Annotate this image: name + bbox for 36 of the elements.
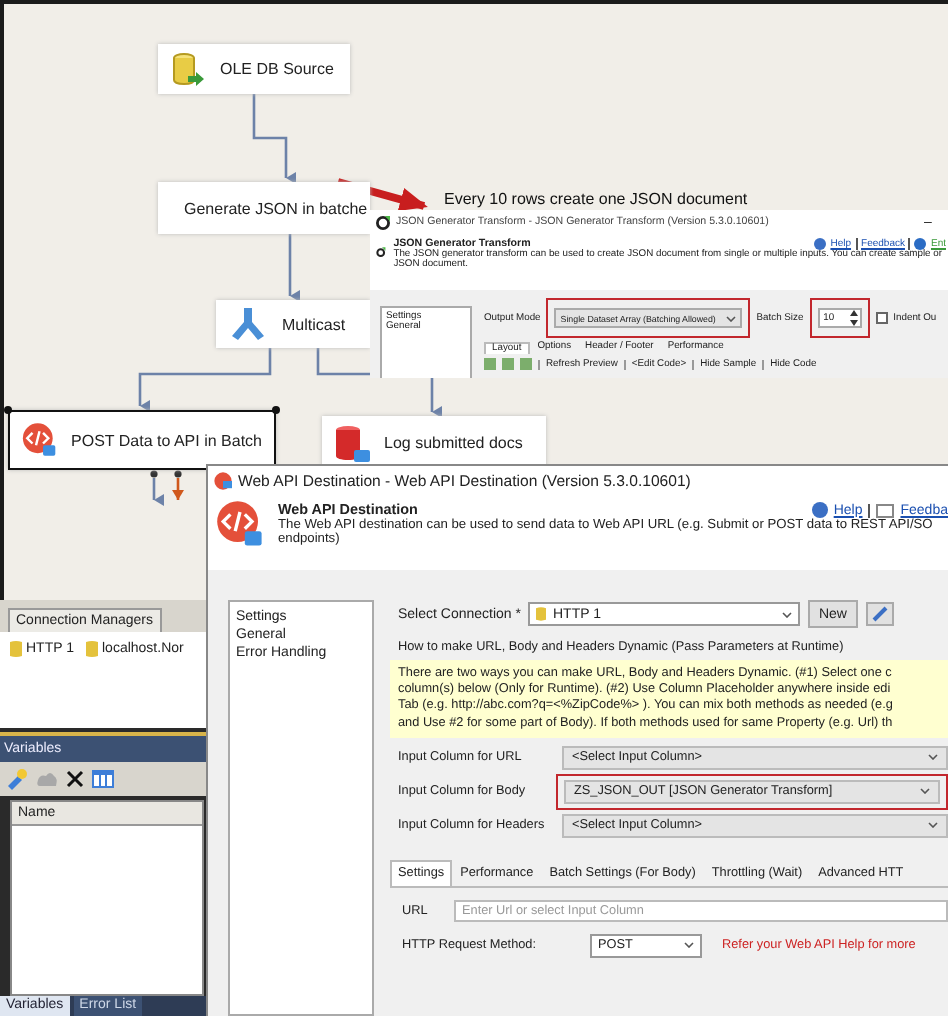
- database-icon: [536, 606, 547, 622]
- multicast-icon: [228, 306, 268, 342]
- output-arrow: [150, 470, 164, 506]
- help-icon: [814, 238, 827, 250]
- database-icon: [86, 640, 98, 658]
- api-icon: [214, 471, 232, 489]
- database-icon: [334, 423, 370, 463]
- flow-node[interactable]: Generate JSON in batche: [158, 182, 370, 234]
- add-variable-icon[interactable]: [6, 768, 28, 790]
- connector-arrow: [288, 234, 300, 302]
- flow-node[interactable]: Multicast: [216, 300, 370, 348]
- error-arrow: [172, 470, 184, 500]
- info-icon: [908, 238, 927, 250]
- database-icon: [170, 51, 206, 87]
- chevron-icon: [928, 822, 938, 829]
- database-icon: [10, 640, 22, 658]
- chevron-icon: [684, 942, 694, 949]
- api-icon: [216, 500, 264, 548]
- grid-icon[interactable]: [92, 770, 114, 788]
- ring-icon: [376, 215, 390, 229]
- chevron-icon: [920, 788, 930, 795]
- connector-arrow: [252, 94, 296, 184]
- spin-icon[interactable]: [849, 310, 858, 326]
- help-icon: [811, 502, 828, 518]
- api-icon: [22, 420, 58, 460]
- connector-arrow: [138, 348, 272, 412]
- delete-icon[interactable]: [66, 770, 84, 788]
- checkbox[interactable]: [875, 312, 888, 324]
- chevron-icon: [726, 315, 737, 321]
- annotation-text: Every 10 rows create one JSON document: [444, 190, 748, 208]
- flow-node[interactable]: OLE DB Source: [158, 44, 350, 94]
- chevron-icon: [928, 754, 938, 761]
- chevron-icon: [782, 611, 793, 617]
- edit-icon[interactable]: [865, 602, 893, 626]
- flow-node[interactable]: POST Data to API in Batch: [8, 410, 276, 470]
- mail-icon: [876, 503, 895, 517]
